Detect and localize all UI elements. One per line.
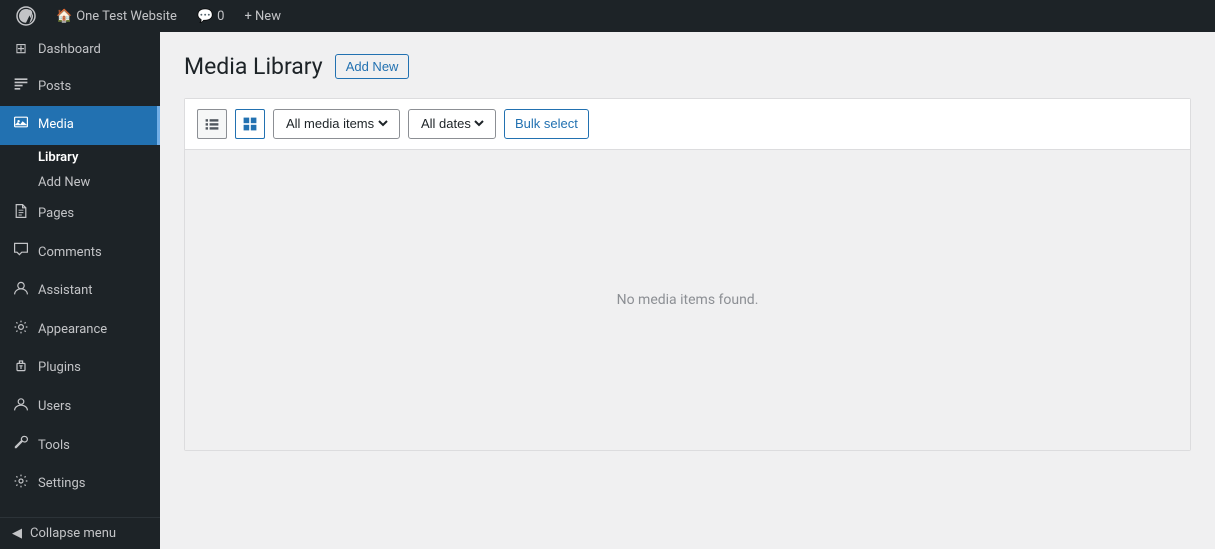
sidebar-label-pages: Pages [38,205,74,223]
comments-sidebar-icon [12,241,30,264]
sidebar-label-settings: Settings [38,475,85,493]
sidebar-label-users: Users [38,398,71,416]
sidebar-item-assistant[interactable]: Assistant [0,272,160,311]
sidebar-label-media: Media [38,116,74,134]
sidebar-item-media[interactable]: Media [0,106,160,145]
list-view-button[interactable] [197,109,227,139]
sidebar-item-appearance[interactable]: Appearance [0,311,160,350]
no-items-message: No media items found. [617,292,759,308]
sidebar-label-tools: Tools [38,437,70,455]
add-new-button[interactable]: Add New [335,54,410,79]
sidebar-item-tools[interactable]: Tools [0,426,160,465]
collapse-menu-button[interactable]: ◀ Collapse menu [0,517,160,549]
sidebar-sub-add-new[interactable]: Add New [0,170,160,195]
new-content-button[interactable]: + New [236,0,289,32]
tools-icon [12,434,30,457]
sidebar-item-comments[interactable]: Comments [0,233,160,272]
bulk-select-button[interactable]: Bulk select [504,109,589,139]
sidebar-item-settings[interactable]: Settings [0,465,160,504]
sidebar-label-comments: Comments [38,244,102,262]
sidebar: ⊞ Dashboard Posts Media Library Add New … [0,32,160,549]
sidebar-label-dashboard: Dashboard [38,41,101,59]
sidebar-item-users[interactable]: Users [0,388,160,427]
sidebar-label-assistant: Assistant [38,282,93,300]
page-title: Media Library [184,52,323,82]
content-area: Media Library Add New All media items Im… [160,32,1215,549]
site-name-button[interactable]: 🏠 One Test Website [48,0,185,32]
users-icon [12,396,30,419]
sidebar-label-plugins: Plugins [38,359,81,377]
comments-count: 0 [217,9,224,24]
sidebar-item-pages[interactable]: Pages [0,195,160,234]
plugins-icon [12,357,30,380]
admin-bar: 🏠 One Test Website 💬 0 + New [0,0,1215,32]
collapse-label: Collapse menu [30,526,116,541]
wp-logo-button[interactable] [8,0,44,32]
home-icon: 🏠 [56,9,72,24]
site-name: One Test Website [76,9,177,24]
sidebar-item-dashboard[interactable]: ⊞ Dashboard [0,32,160,68]
dashboard-icon: ⊞ [12,40,30,60]
sidebar-label-appearance: Appearance [38,321,107,339]
filter-media-select-wrapper[interactable]: All media items Images Audio Video Docum… [273,109,400,139]
posts-icon [12,76,30,99]
wp-logo-icon [16,6,36,26]
assistant-icon [12,280,30,303]
sidebar-sub-library[interactable]: Library [0,145,160,170]
sidebar-label-posts: Posts [38,78,71,96]
filter-dates-select-wrapper[interactable]: All dates [408,109,496,139]
pages-icon [12,203,30,226]
filter-dates-select[interactable]: All dates [417,115,487,132]
comments-button[interactable]: 💬 0 [189,0,233,32]
media-icon [12,114,30,137]
collapse-icon: ◀ [12,526,22,541]
grid-view-button[interactable] [235,109,265,139]
main-layout: ⊞ Dashboard Posts Media Library Add New … [0,32,1215,549]
sidebar-item-posts[interactable]: Posts [0,68,160,107]
filter-media-select[interactable]: All media items Images Audio Video Docum… [282,115,391,132]
sidebar-item-plugins[interactable]: Plugins [0,349,160,388]
settings-icon [12,473,30,496]
new-label: + New [244,9,281,24]
comments-icon: 💬 [197,9,213,24]
media-toolbar: All media items Images Audio Video Docum… [185,99,1190,150]
page-header: Media Library Add New [184,52,1191,82]
sidebar-media-submenu: Library Add New [0,145,160,195]
appearance-icon [12,319,30,342]
media-content-area: No media items found. [185,150,1190,450]
